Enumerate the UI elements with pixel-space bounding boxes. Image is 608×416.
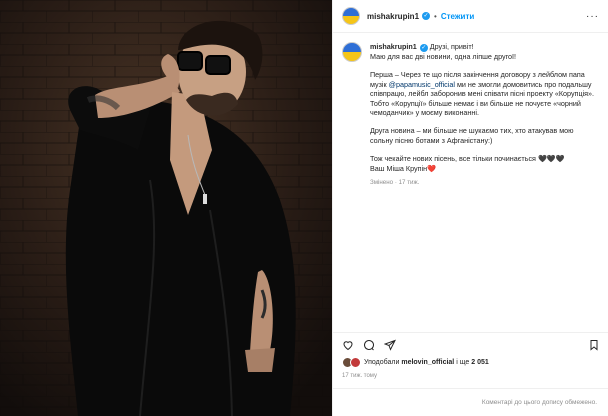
post-photo[interactable] <box>0 0 332 416</box>
post-sidebar: mishakrupin1 ✓ • Стежити ··· mishakrupin… <box>332 0 608 416</box>
likes-text: Уподобали melovin_official і ще 2 051 <box>364 359 489 366</box>
share-icon[interactable] <box>384 339 396 351</box>
caption-paragraph-4: Тож чекайте нових пісень, все тільки поч… <box>370 154 565 173</box>
caption-text: mishakrupin1 ✓ Друзі, привіт! Маю для вас… <box>370 42 598 187</box>
comment-icon[interactable] <box>363 339 375 351</box>
likes-summary: Уподобали melovin_official і ще 2 051 <box>342 357 489 368</box>
post-time[interactable]: 17 тиж. тому <box>342 373 377 379</box>
likes-prefix: Уподобали <box>364 359 400 366</box>
edited-label: Змінено <box>370 179 394 187</box>
caption-username[interactable]: mishakrupin1 <box>370 42 417 51</box>
edited-time: 17 тиж. <box>398 179 420 187</box>
caption-block: mishakrupin1 ✓ Друзі, привіт! Маю для вас… <box>333 33 608 187</box>
mention-link[interactable]: @papamusic_official <box>389 80 455 89</box>
comments-disabled-notice: Коментарі до цього допису обмежено. <box>333 388 608 416</box>
caption-paragraph-3: Друга новина – ми більше не шукаємо тих,… <box>370 126 574 145</box>
likes-suffix: і ще <box>456 359 470 366</box>
author-username[interactable]: mishakrupin1 <box>367 12 419 21</box>
likes-count[interactable]: 2 051 <box>471 359 489 366</box>
caption-paragraph-1: mishakrupin1 ✓ Друзі, привіт! Маю для вас… <box>370 42 598 61</box>
author-avatar[interactable] <box>342 7 360 25</box>
follow-button[interactable]: Стежити <box>441 12 474 21</box>
man-in-black-shirt-image <box>0 0 332 416</box>
bookmark-icon[interactable] <box>588 339 600 351</box>
edited-meta: Змінено · 17 тиж. <box>370 179 420 187</box>
post-header: mishakrupin1 ✓ • Стежити ··· <box>333 0 608 33</box>
caption-paragraph-2: Перша – Через те що після закінчення дог… <box>370 70 598 117</box>
verified-badge-icon: ✓ <box>422 12 431 20</box>
instagram-post: mishakrupin1 ✓ • Стежити ··· mishakrupin… <box>0 0 608 416</box>
action-bar <box>333 332 608 356</box>
likes-user-link[interactable]: melovin_official <box>401 359 454 366</box>
heart-icon[interactable] <box>342 339 354 351</box>
liker-avatar[interactable] <box>350 357 361 368</box>
caption-author-avatar[interactable] <box>342 42 362 62</box>
more-options-icon[interactable]: ··· <box>586 11 599 22</box>
separator-dot: • <box>434 11 437 21</box>
verified-badge-icon: ✓ <box>419 44 428 52</box>
